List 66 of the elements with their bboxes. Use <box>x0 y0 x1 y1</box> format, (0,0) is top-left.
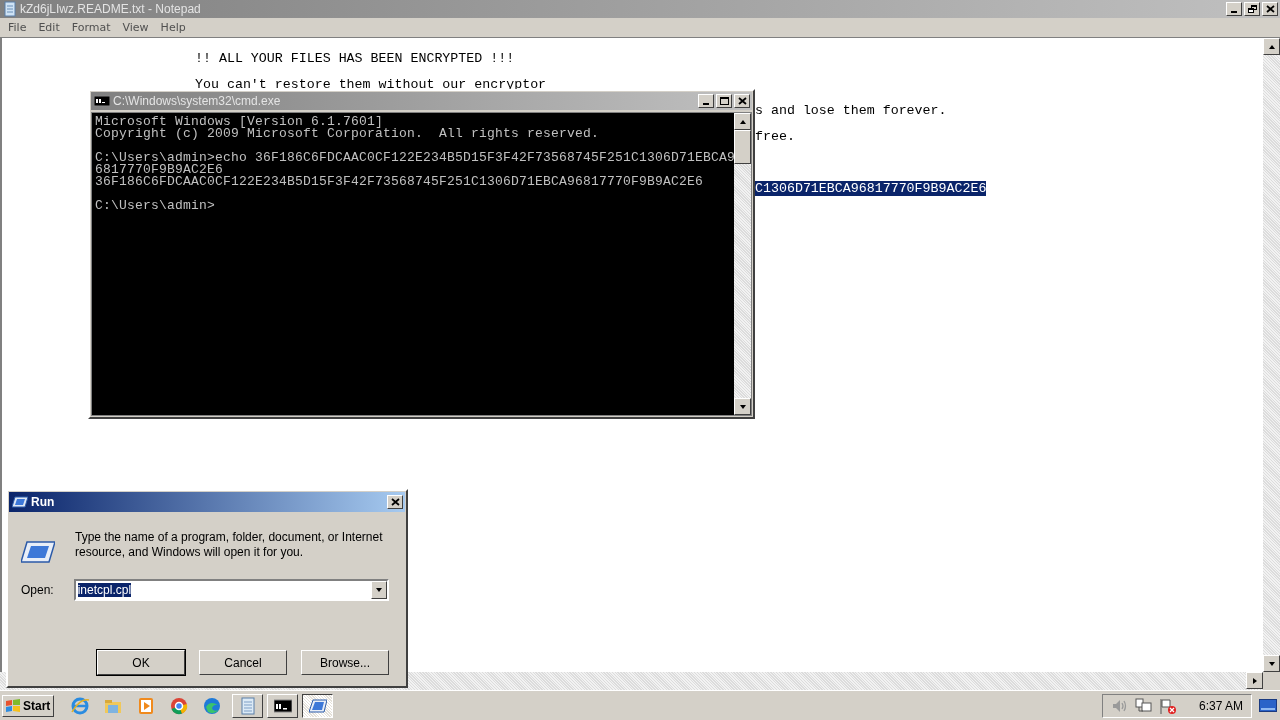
start-button[interactable]: Start <box>2 694 54 717</box>
media-player-icon <box>136 695 156 716</box>
text-line: !! ALL YOUR FILES HAS BEEN ENCRYPTED !!! <box>195 51 515 66</box>
restore-icon <box>1247 5 1257 13</box>
vertical-scrollbar[interactable] <box>1263 38 1280 672</box>
field-label: Open: <box>21 583 54 597</box>
run-icon <box>21 540 55 564</box>
scroll-up-button[interactable] <box>1263 38 1280 55</box>
down-arrow-icon <box>738 402 747 411</box>
close-button[interactable] <box>1262 2 1278 16</box>
maximize-icon <box>719 97 729 105</box>
close-button[interactable] <box>387 495 403 509</box>
close-button[interactable] <box>734 94 750 108</box>
console-line: 36F186C6FDCAAC0CF122E234B5D15F3F42F73568745F251C1306D71EBCA96817770F9B9AC2E6 <box>95 176 705 188</box>
flag-icon <box>1158 697 1177 714</box>
console-icon <box>94 95 110 107</box>
taskbar-button[interactable] <box>302 693 333 718</box>
text-line: s and lose them forever. <box>755 103 947 118</box>
close-icon <box>390 498 400 506</box>
console-line: Copyright (c) 2009 Microsoft Corporation. All rights reserved. <box>95 128 601 140</box>
minimize-button[interactable] <box>1226 2 1242 16</box>
open-combobox[interactable]: inetcpl.cpl <box>73 579 389 601</box>
menu-item[interactable]: View <box>116 21 155 34</box>
menu-item[interactable]: Edit <box>32 21 66 34</box>
scroll-right-button[interactable] <box>1246 672 1263 689</box>
chrome-icon <box>169 695 189 716</box>
maximize-button[interactable] <box>716 94 732 108</box>
right-arrow-icon <box>1250 676 1259 685</box>
network-icon <box>1134 697 1153 714</box>
notepad-icon <box>238 696 257 715</box>
run-icon <box>308 696 327 715</box>
close-icon <box>737 97 747 105</box>
browser-icon <box>70 695 90 716</box>
scroll-thumb[interactable] <box>734 130 751 164</box>
description-text: Type the name of a program, folder, document, or Internet resource, and Windows will open it for you. <box>75 530 384 560</box>
menu-item[interactable]: Help <box>154 21 192 34</box>
console-icon <box>273 696 292 715</box>
dialog-button[interactable]: Cancel <box>199 650 287 675</box>
dialog-button[interactable]: Browse... <box>301 650 389 675</box>
close-icon <box>1265 5 1275 13</box>
scroll-down-button[interactable] <box>1263 655 1280 672</box>
console-line: 6817770F9B9AC2E6 <box>95 164 224 176</box>
dialog-button[interactable]: OK <box>97 650 185 675</box>
restore-button[interactable] <box>1244 2 1260 16</box>
menu-item[interactable]: File <box>2 21 33 34</box>
minimize-button[interactable] <box>698 94 714 108</box>
windows-logo-icon <box>5 698 21 713</box>
clock-text: 6:37 AM <box>1198 698 1243 713</box>
scroll-up-button[interactable] <box>734 113 751 130</box>
console-line: C:\Users\admin> <box>95 200 217 212</box>
text-line: You can't restore them without our encryptor <box>195 77 547 92</box>
vertical-scrollbar[interactable] <box>734 113 751 415</box>
dropdown-icon <box>375 586 383 594</box>
console-line: Microsoft Windows [Version 6.1.7601] <box>95 116 384 128</box>
window-title: Run <box>31 495 56 509</box>
scroll-down-button[interactable] <box>734 398 751 415</box>
window-title: C:\Windows\system32\cmd.exe <box>113 94 282 108</box>
window-title: kZd6jLIwz.README.txt - Notepad <box>20 2 202 16</box>
menu-item[interactable]: Format <box>65 21 117 34</box>
console-line: C:\Users\admin>echo 36F186C6FDCAAC0CF122E234B5D15F3F42F73568745F251C1306D71EBCA9 <box>95 152 734 164</box>
text-line: free. <box>755 129 795 144</box>
edge-icon <box>202 695 222 716</box>
down-arrow-icon <box>1267 659 1276 668</box>
run-icon <box>12 496 28 508</box>
desktop-icon <box>1259 698 1277 713</box>
notepad-icon <box>3 1 17 17</box>
